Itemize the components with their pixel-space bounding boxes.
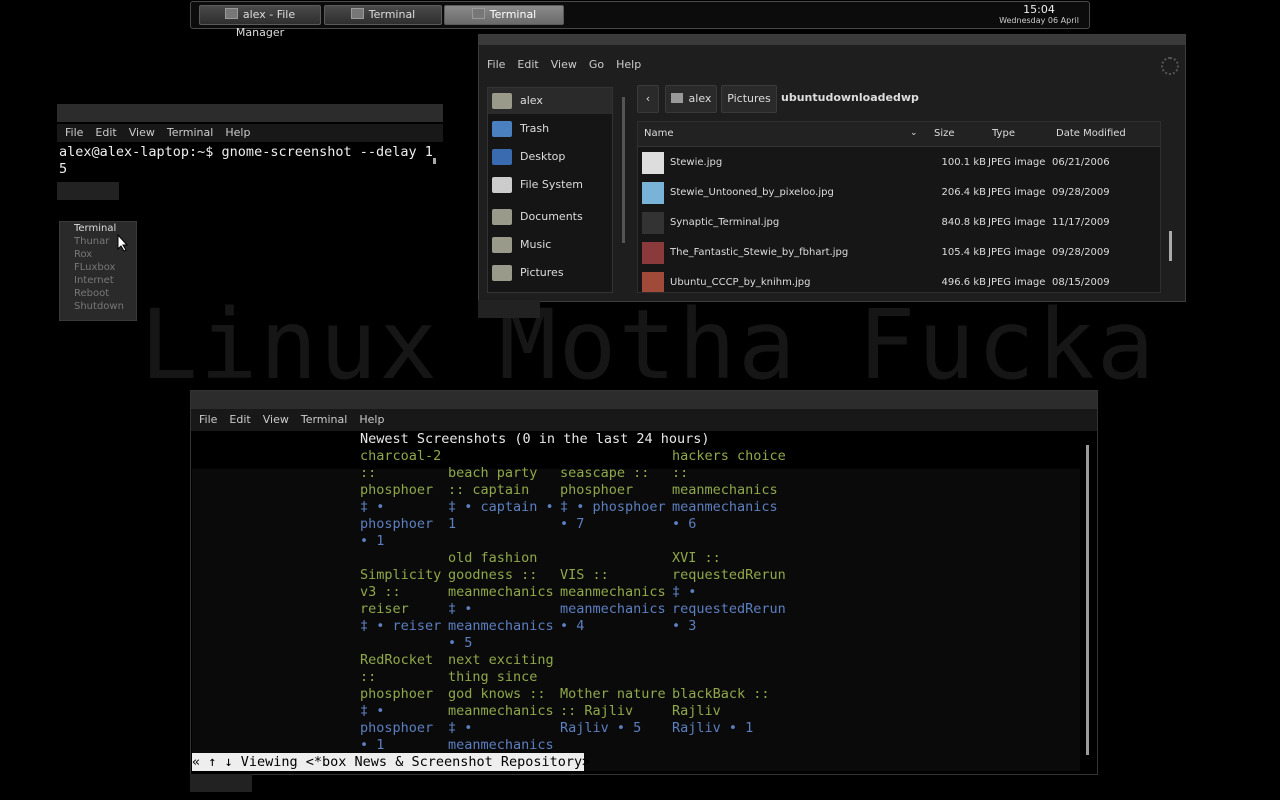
sidebar-scrollbar[interactable] xyxy=(622,97,625,243)
menu-edit[interactable]: Edit xyxy=(229,413,250,426)
folder-icon xyxy=(492,265,512,281)
menu-edit[interactable]: Edit xyxy=(517,58,538,71)
terminal-output[interactable]: Newest Screenshots (0 in the last 24 hou… xyxy=(192,431,1080,771)
column-date-modified[interactable]: Date Modified xyxy=(1056,128,1126,139)
menu-view[interactable]: View xyxy=(551,58,577,71)
folder-icon xyxy=(492,237,512,253)
taskbar: alex - File Manager Terminal Terminal 15… xyxy=(190,1,1090,39)
terminal-icon xyxy=(471,8,485,19)
file-list: Name ⌄ Size Type Date Modified Stewie.jp… xyxy=(637,121,1161,293)
menu-help[interactable]: Help xyxy=(359,413,384,426)
breadcrumb-alex[interactable]: alex xyxy=(665,85,717,113)
menu-item-fluxbox[interactable]: FLuxbox xyxy=(60,261,136,274)
sidebar-item-trash[interactable]: Trash xyxy=(488,116,612,142)
terminal-scrollbar[interactable] xyxy=(1086,445,1089,755)
file-list-scrollbar[interactable] xyxy=(1169,231,1172,261)
titlebar[interactable] xyxy=(57,104,443,122)
sidebar-item-pictures[interactable]: Pictures xyxy=(488,260,612,286)
terminal-window-large: File Edit View Terminal Help Newest Screensh… xyxy=(190,390,1098,775)
back-button[interactable]: ‹ xyxy=(637,85,659,113)
sidebar-item-music[interactable]: Music xyxy=(488,232,612,258)
file-row[interactable]: Synaptic_Terminal.jpg 840.8 kB JPEG imag… xyxy=(638,208,1160,238)
menubar: File Edit View Go Help xyxy=(479,53,1185,77)
image-thumbnail xyxy=(642,242,664,264)
status-line: « ↑ ↓ Viewing <*box News & Screenshot Re… xyxy=(192,753,591,771)
sidebar-item-desktop[interactable]: Desktop xyxy=(488,144,612,170)
task-file-manager[interactable]: alex - File Manager xyxy=(199,5,321,39)
terminal-window-small: File Edit View Terminal Help alex@alex-lapto… xyxy=(57,104,443,182)
menu-item-reboot[interactable]: Reboot xyxy=(60,287,136,300)
home-icon xyxy=(492,93,512,109)
menu-edit[interactable]: Edit xyxy=(95,126,116,139)
menu-item-shutdown[interactable]: Shutdown xyxy=(60,300,136,313)
menu-file[interactable]: File xyxy=(487,58,505,71)
titlebar[interactable] xyxy=(479,35,1185,45)
terminal-output[interactable]: alex@alex-laptop:~$ gnome-screenshot --d… xyxy=(59,144,433,178)
file-list-header: Name ⌄ Size Type Date Modified xyxy=(638,122,1160,147)
scrollbar[interactable] xyxy=(433,158,436,164)
sidebar-item-file-system[interactable]: File System xyxy=(488,172,612,198)
spinner-icon xyxy=(1161,57,1179,75)
folder-icon xyxy=(224,8,238,19)
window-resize-tab[interactable] xyxy=(190,774,252,792)
heading: Newest Screenshots (0 in the last 24 hou… xyxy=(360,431,710,447)
drive-icon xyxy=(492,177,512,193)
sidebar: alex Trash Desktop File System Documents… xyxy=(487,87,613,293)
clock-date: Wednesday 06 April xyxy=(999,16,1079,25)
trash-icon xyxy=(492,121,512,137)
breadcrumb-current[interactable]: ubuntudownloadedwp xyxy=(781,85,919,111)
menu-file[interactable]: File xyxy=(65,126,83,139)
image-thumbnail xyxy=(642,152,664,174)
menu-help[interactable]: Help xyxy=(616,58,641,71)
menu-file[interactable]: File xyxy=(199,413,217,426)
menu-go[interactable]: Go xyxy=(589,58,604,71)
menu-view[interactable]: View xyxy=(129,126,155,139)
menu-terminal[interactable]: Terminal xyxy=(167,126,214,139)
column-size[interactable]: Size xyxy=(934,128,955,139)
window-resize-tab[interactable] xyxy=(478,300,540,318)
terminal-icon xyxy=(350,8,364,19)
sort-chevron-icon[interactable]: ⌄ xyxy=(910,128,918,138)
file-row[interactable]: Stewie_Untooned_by_pixeloo.jpg 206.4 kB … xyxy=(638,178,1160,208)
task-terminal-2[interactable]: Terminal xyxy=(444,5,564,25)
desktop-icon xyxy=(492,149,512,165)
chevron-left-icon: ‹ xyxy=(645,92,651,105)
home-icon xyxy=(670,93,683,103)
sidebar-item-documents[interactable]: Documents xyxy=(488,204,612,230)
image-thumbnail xyxy=(642,212,664,234)
menu-help[interactable]: Help xyxy=(225,126,250,139)
mouse-cursor-icon xyxy=(117,234,129,252)
menu-view[interactable]: View xyxy=(263,413,289,426)
sidebar-item-alex[interactable]: alex xyxy=(488,88,612,114)
clock-time[interactable]: 15:04 xyxy=(989,3,1089,16)
image-thumbnail xyxy=(642,272,664,292)
menu-terminal[interactable]: Terminal xyxy=(301,413,348,426)
task-terminal-1[interactable]: Terminal xyxy=(324,5,442,25)
file-row[interactable]: Stewie.jpg 100.1 kB JPEG image 06/21/200… xyxy=(638,148,1160,178)
file-row[interactable]: Ubuntu_CCCP_by_knihm.jpg 496.6 kB JPEG i… xyxy=(638,268,1160,292)
column-name[interactable]: Name xyxy=(644,128,674,139)
column-type[interactable]: Type xyxy=(992,128,1015,139)
file-manager-window: File Edit View Go Help alex Trash Desktop Fi… xyxy=(478,34,1186,302)
titlebar[interactable] xyxy=(191,391,1097,409)
menu-item-internet[interactable]: Internet xyxy=(60,274,136,287)
window-resize-tab[interactable] xyxy=(57,182,119,200)
menubar: File Edit View Terminal Help xyxy=(191,409,1097,431)
wallpaper-text: Linux Motha Fucka xyxy=(140,289,1157,401)
image-thumbnail xyxy=(642,182,664,204)
file-row[interactable]: The_Fantastic_Stewie_by_fbhart.jpg 105.4… xyxy=(638,238,1160,268)
menubar: File Edit View Terminal Help xyxy=(57,124,443,142)
folder-icon xyxy=(492,209,512,225)
breadcrumb-pictures[interactable]: Pictures xyxy=(721,85,777,113)
